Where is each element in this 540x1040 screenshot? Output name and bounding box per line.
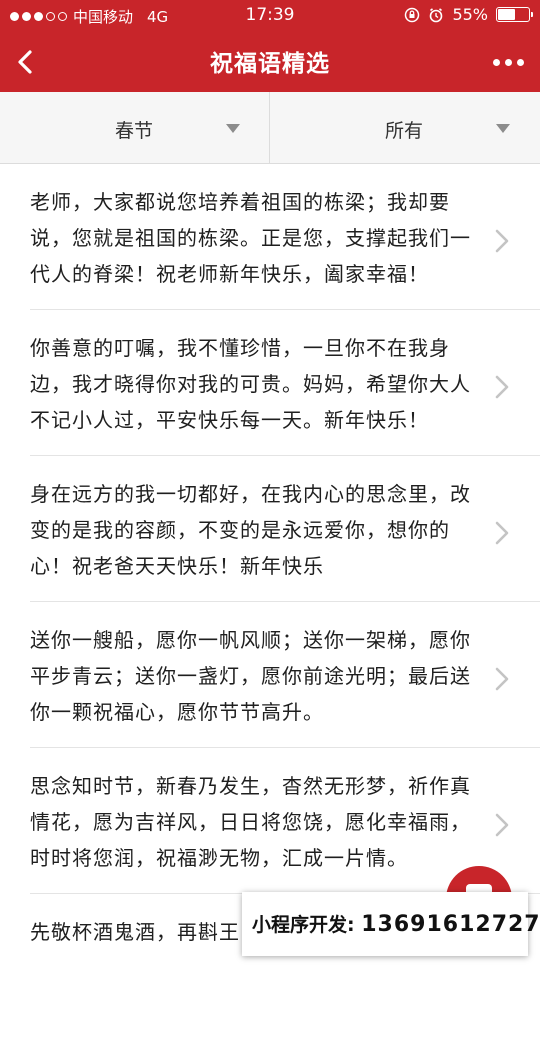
- list-item[interactable]: 送你一艘船，愿你一帆风顺；送你一架梯，愿你平步青云；送你一盏灯，愿你前途光明；最…: [0, 602, 540, 748]
- greeting-text: 送你一艘船，愿你一帆风顺；送你一架梯，愿你平步青云；送你一盏灯，愿你前途光明；最…: [30, 628, 471, 724]
- filter-category-label: 春节: [115, 120, 154, 142]
- filter-category-dropdown[interactable]: 春节: [0, 92, 270, 163]
- list-item[interactable]: 你善意的叮嘱，我不懂珍惜，一旦你不在我身边，我才晓得你对我的可贵。妈妈，希望你大…: [0, 310, 540, 456]
- list-item[interactable]: 身在远方的我一切都好，在我内心的思念里，改变的是我的容颜，不变的是永远爱你，想你…: [0, 456, 540, 602]
- list-item[interactable]: 老师，大家都说您培养着祖国的栋梁；我却要说，您就是祖国的栋梁。正是您，支撑起我们…: [0, 164, 540, 310]
- caret-down-icon: [226, 124, 240, 133]
- battery-percent: 55%: [452, 5, 488, 24]
- more-dots-icon: [493, 58, 500, 66]
- alarm-icon: [430, 7, 443, 22]
- nav-bar: 祝福语精选: [0, 32, 540, 92]
- more-button[interactable]: [484, 50, 524, 74]
- chevron-right-icon: [495, 375, 509, 399]
- greeting-text: 你善意的叮嘱，我不懂珍惜，一旦你不在我身边，我才晓得你对我的可贵。妈妈，希望你大…: [30, 336, 471, 432]
- header: 中国移动 4G 17:39 55% 祝福语精选: [0, 0, 540, 92]
- greeting-text: 身在远方的我一切都好，在我内心的思念里，改变的是我的容颜，不变的是永远爱你，想你…: [30, 482, 471, 578]
- status-bar: 中国移动 4G 17:39 55%: [0, 0, 540, 32]
- caret-down-icon: [496, 124, 510, 133]
- battery-icon: [496, 7, 533, 22]
- promo-phone: 13691612727: [361, 912, 540, 937]
- rotation-lock-icon: [405, 7, 420, 22]
- filter-scope-dropdown[interactable]: 所有: [270, 92, 540, 163]
- greeting-text: 老师，大家都说您培养着祖国的栋梁；我却要说，您就是祖国的栋梁。正是您，支撑起我们…: [30, 190, 471, 286]
- chevron-right-icon: [495, 813, 509, 837]
- chevron-right-icon: [495, 229, 509, 253]
- greeting-text: 思念知时节，新春乃发生，杳然无形梦，祈作真情花，愿为吉祥风，日日将您饶，愿化幸福…: [30, 774, 471, 870]
- promo-banner[interactable]: 小程序开发: 13691612727: [242, 892, 540, 956]
- filter-bar: 春节 所有: [0, 92, 540, 164]
- promo-label: 小程序开发:: [252, 914, 355, 936]
- filter-scope-label: 所有: [385, 120, 424, 142]
- chevron-right-icon: [495, 521, 509, 545]
- chevron-right-icon: [495, 667, 509, 691]
- page-title: 祝福语精选: [210, 51, 330, 77]
